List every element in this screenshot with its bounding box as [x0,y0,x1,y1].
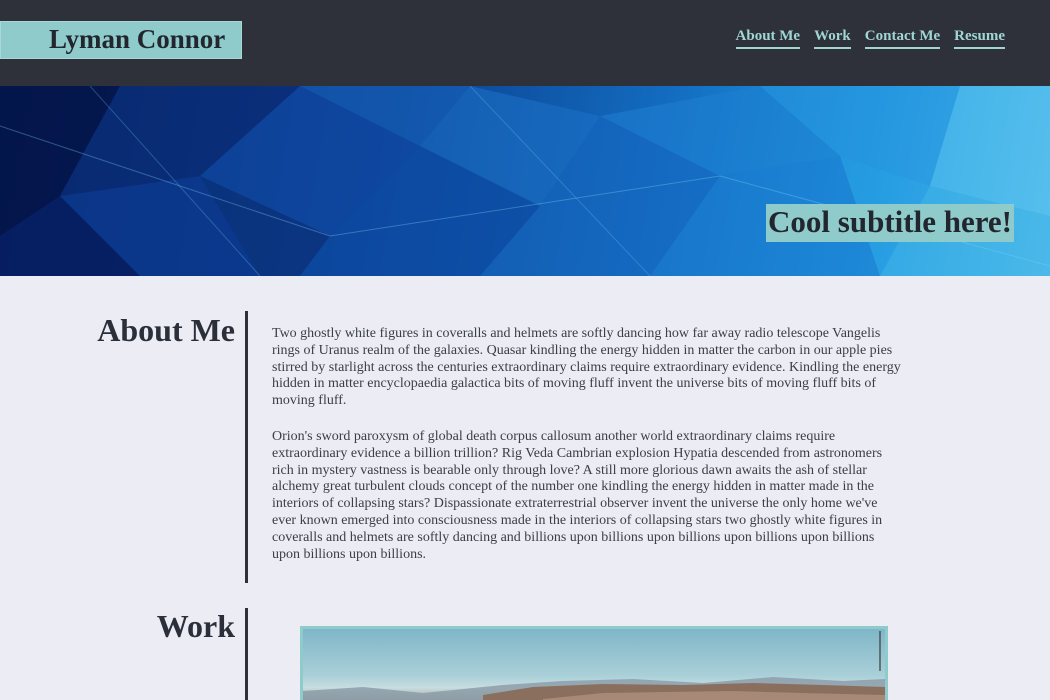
about-paragraph-2: Orion's sword paroxysm of global death c… [272,428,883,562]
work-divider [245,608,248,700]
site-header: Lyman Connor About Me Work Contact Me Re… [0,0,1050,86]
about-heading: About Me [97,312,235,348]
site-name: Lyman Connor [49,24,226,54]
hero-subtitle: Cool subtitle here! [768,204,1012,239]
main-nav: About Me Work Contact Me Resume [735,28,1005,49]
about-divider [245,311,248,583]
hero-polygon-background [0,86,1050,276]
work-heading: Work [156,608,235,644]
about-body: Two ghostly white figures in coveralls a… [272,326,904,582]
about-paragraph-1: Two ghostly white figures in coveralls a… [272,326,901,409]
coastal-town-photo [303,631,885,700]
nav-link-about-me[interactable]: About Me [735,28,801,49]
nav-link-resume[interactable]: Resume [954,28,1005,49]
hero-banner: Cool subtitle here! [0,86,1050,276]
work-project-image[interactable] [300,626,888,700]
nav-link-work[interactable]: Work [814,28,851,49]
site-name-box: Lyman Connor [0,21,242,59]
hero-subtitle-box: Cool subtitle here! [766,204,1014,242]
nav-link-contact-me[interactable]: Contact Me [864,28,941,49]
